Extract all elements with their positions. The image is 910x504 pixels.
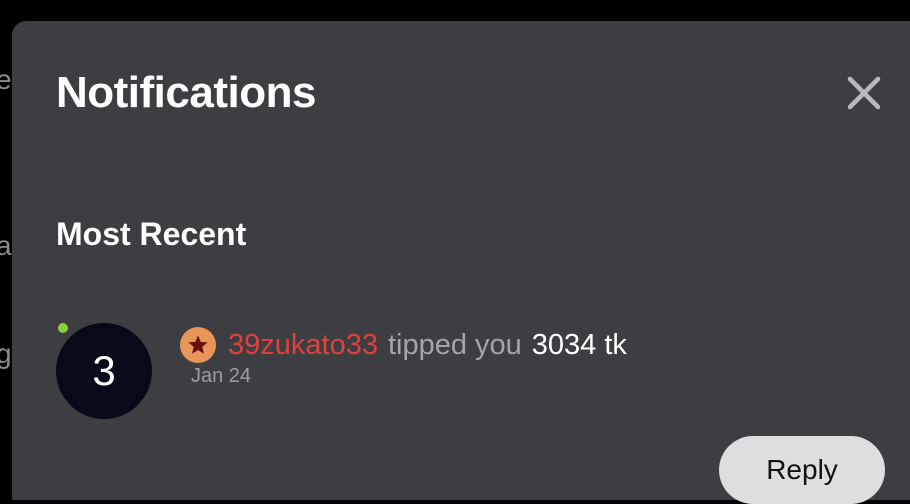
background-text-fragment: a [0,230,12,261]
star-icon [188,335,208,354]
background-text-fragment: e [0,64,12,95]
avatar-initial: 3 [92,347,116,394]
online-status-dot [58,323,68,333]
username-link[interactable]: 39zukato33 [228,327,378,363]
user-level-badge [180,327,216,363]
panel-title: Notifications [56,68,316,117]
reply-button[interactable]: Reply [719,436,885,504]
tip-amount: 3034 tk [531,329,627,361]
notification-action-text: tipped you [387,329,522,361]
avatar[interactable]: 3 [56,323,152,419]
notification-message: 39zukato33 tipped you 3034 tk [180,327,627,363]
section-heading-most-recent: Most Recent [56,216,247,252]
background-text-fragment: g [0,338,12,369]
close-button[interactable] [842,71,886,115]
close-icon [847,76,881,110]
notifications-panel: Notifications Most Recent 3 39zukato33 t… [12,21,910,504]
notification-date: Jan 24 [191,365,252,387]
notification-item: 3 39zukato33 tipped you 3034 tk Jan 24 R… [52,317,892,504]
